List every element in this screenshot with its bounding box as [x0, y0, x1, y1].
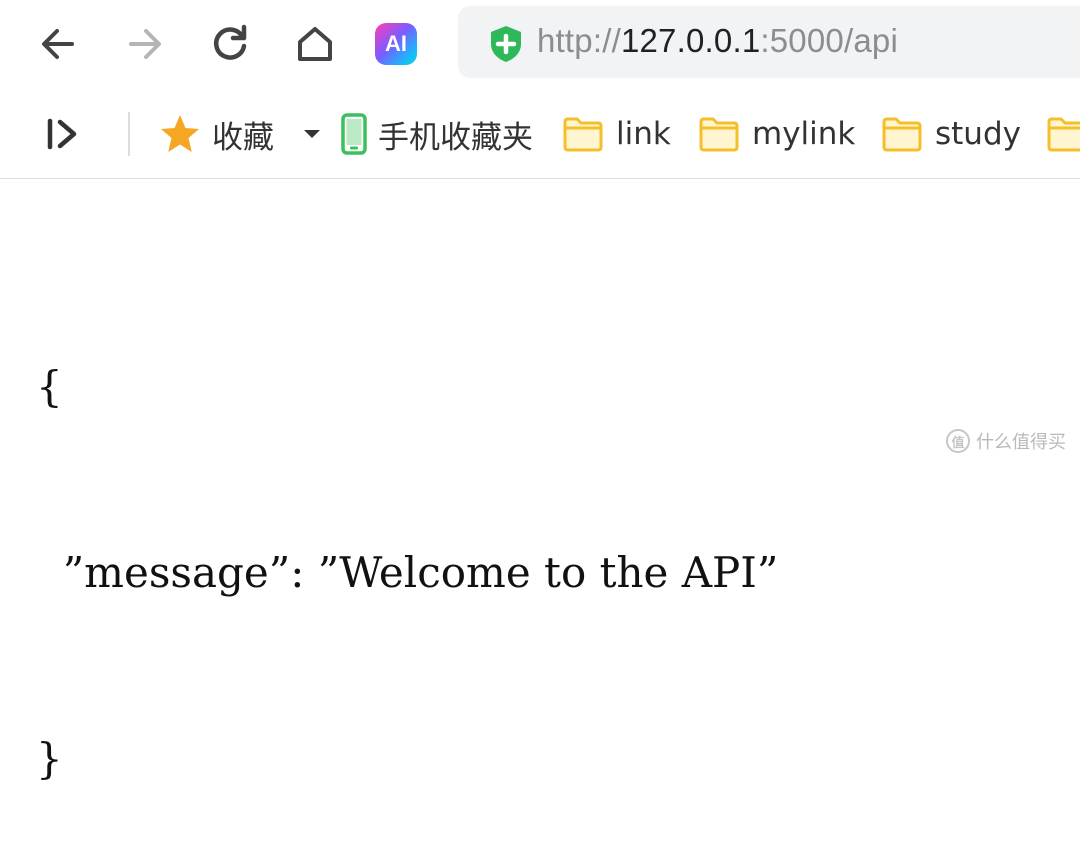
json-message-line: ”message”: ”Welcome to the API” [36, 548, 779, 597]
star-icon [161, 115, 199, 152]
watermark-logo-icon: 值 [946, 429, 970, 453]
reload-button[interactable] [200, 14, 260, 74]
ai-logo-icon: AI [375, 23, 417, 65]
arrow-left-icon [42, 29, 74, 59]
bookmark-label: 收藏 [212, 119, 274, 156]
json-response-body: { ”message”: ”Welcome to the API” } [36, 232, 778, 852]
ai-assistant-button[interactable]: AI [366, 14, 426, 74]
folder-icon [882, 117, 922, 152]
arrow-right-icon [129, 29, 161, 59]
bookmark-folder-overflow[interactable] [1046, 112, 1080, 156]
shield-icon [491, 26, 521, 62]
json-close-brace: } [36, 734, 63, 783]
bookmark-mobile-favorites[interactable]: 手机收藏夹 [340, 112, 533, 156]
reload-icon [214, 24, 247, 60]
bookmark-folder-link[interactable]: link [562, 112, 671, 156]
home-button[interactable] [285, 14, 345, 74]
bookmark-label: study [935, 116, 1021, 152]
back-button[interactable] [28, 14, 88, 74]
bookmark-favorites[interactable]: 收藏 [158, 112, 322, 156]
folder-icon [1047, 117, 1080, 152]
bookmark-label: 手机收藏夹 [378, 119, 533, 156]
address-bar[interactable]: http://127.0.0.1:5000/api [458, 6, 1080, 78]
url-host: 127.0.0.1 [620, 22, 761, 59]
bookmark-label: mylink [752, 116, 856, 152]
site-watermark: 值 什么值得买 [946, 428, 1066, 454]
watermark-text: 什么值得买 [976, 432, 1066, 453]
browser-toolbar: AI http://127.0.0.1:5000/api [0, 0, 1080, 86]
bookmark-label: link [616, 116, 671, 152]
sidebar-toggle-button[interactable] [44, 117, 80, 156]
bookmarks-bar: 收藏 手机收藏夹 link mylink study [0, 90, 1080, 179]
json-open-brace: { [36, 362, 63, 411]
folder-icon [699, 117, 739, 152]
bookmark-folder-study[interactable]: study [881, 112, 1021, 156]
sidebar-toggle-icon [47, 118, 77, 150]
url-text[interactable]: http://127.0.0.1:5000/api [537, 21, 898, 61]
url-path: :5000/api [760, 22, 898, 59]
url-scheme: http:// [537, 22, 621, 59]
folder-icon [563, 117, 603, 152]
bookmark-folder-mylink[interactable]: mylink [698, 112, 855, 156]
phone-icon [341, 113, 367, 155]
forward-button[interactable] [115, 14, 175, 74]
toolbar-divider [128, 112, 130, 156]
dropdown-caret-icon[interactable] [302, 127, 322, 141]
home-icon [298, 27, 332, 61]
